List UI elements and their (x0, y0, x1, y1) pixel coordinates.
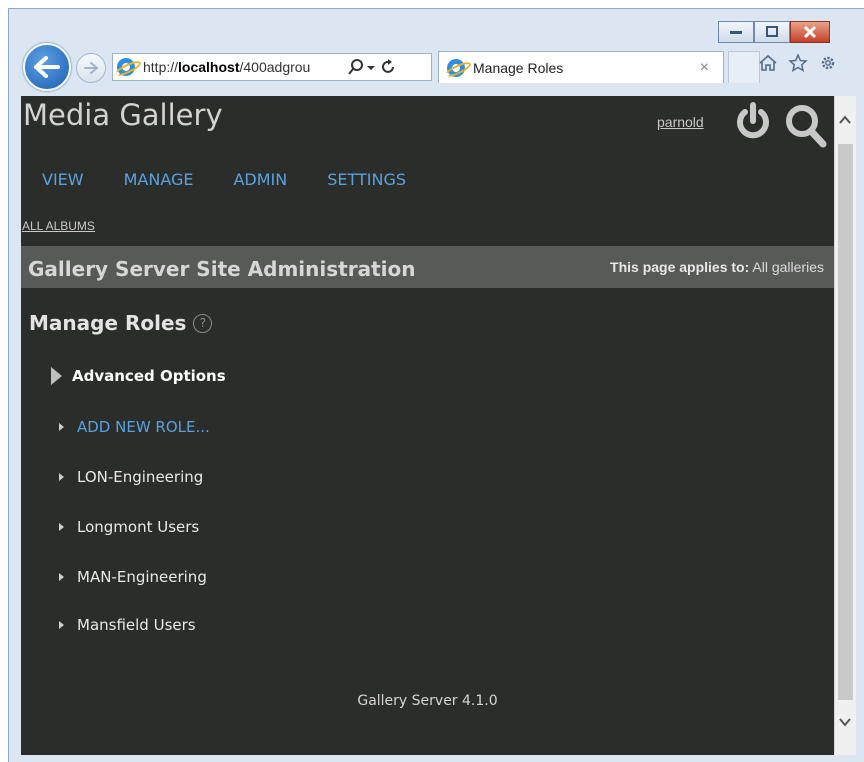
nav-settings[interactable]: SETTINGS (327, 170, 406, 189)
role-item-man-engineering[interactable]: MAN-Engineering (59, 568, 207, 586)
applies-to-text: This page applies to: All galleries (610, 259, 824, 275)
admin-title: Gallery Server Site Administration (28, 257, 416, 281)
home-icon[interactable] (758, 53, 778, 73)
add-new-role-item[interactable]: ADD NEW ROLE... (59, 418, 210, 436)
role-item-longmont-users[interactable]: Longmont Users (59, 518, 199, 536)
main-nav: VIEW MANAGE ADMIN SETTINGS (42, 170, 406, 189)
search-icon[interactable] (781, 100, 829, 148)
applies-to-label: This page applies to: (610, 259, 750, 275)
role-label: MAN-Engineering (77, 568, 207, 586)
username-link[interactable]: parnold (657, 114, 704, 130)
expand-arrow-icon (59, 621, 64, 629)
applies-to-value: All galleries (752, 259, 824, 275)
refresh-icon[interactable] (379, 58, 397, 76)
expand-arrow-icon (59, 423, 64, 431)
ie-page-icon (117, 58, 135, 76)
tab-close-button[interactable]: × (700, 59, 709, 77)
close-icon (803, 25, 817, 39)
url-path: /400adgrou (239, 59, 311, 75)
scroll-thumb[interactable] (838, 144, 853, 700)
expand-arrow-icon (59, 523, 64, 531)
expand-arrow-icon (59, 573, 64, 581)
breadcrumb-all-albums[interactable]: ALL ALBUMS (22, 219, 95, 233)
back-arrow-icon (34, 56, 60, 78)
role-label: ADD NEW ROLE... (77, 418, 210, 436)
address-row: http://localhost/400adgrou Manage Roles … (20, 41, 856, 91)
url-host: localhost (178, 59, 240, 75)
search-icon[interactable] (347, 58, 365, 76)
page-content: Media Gallery parnold VIEW MANAGE ADMIN … (21, 96, 834, 755)
nav-manage[interactable]: MANAGE (124, 170, 194, 189)
page-heading: Manage Roles ? (29, 311, 213, 335)
browser-toolbar-icons (758, 53, 838, 73)
minimize-button[interactable] (718, 21, 754, 43)
footer-version: Gallery Server 4.1.0 (357, 693, 498, 709)
scroll-down-icon[interactable] (835, 712, 855, 732)
scroll-up-icon[interactable] (835, 110, 855, 130)
tab-title: Manage Roles (473, 59, 564, 76)
role-item-mansfield-users[interactable]: Mansfield Users (59, 616, 196, 634)
window-controls (718, 21, 830, 43)
vertical-scrollbar[interactable] (834, 96, 856, 755)
advanced-options-toggle[interactable]: Advanced Options (51, 367, 226, 385)
site-title[interactable]: Media Gallery (23, 98, 223, 132)
page-heading-text: Manage Roles (29, 311, 187, 335)
forward-button[interactable] (76, 53, 106, 83)
url-prefix: http:// (143, 59, 179, 75)
minimize-icon (730, 31, 742, 34)
admin-header-bar: Gallery Server Site Administration This … (21, 246, 834, 288)
maximize-icon (766, 26, 778, 37)
tab-manage-roles[interactable]: Manage Roles × (438, 51, 724, 83)
help-icon[interactable]: ? (193, 313, 213, 333)
expand-arrow-icon (59, 473, 64, 481)
forward-arrow-icon (84, 62, 99, 74)
maximize-button[interactable] (754, 21, 790, 43)
nav-admin[interactable]: ADMIN (233, 170, 287, 189)
ie-tab-icon (447, 58, 465, 77)
address-bar[interactable]: http://localhost/400adgrou (112, 53, 432, 81)
favorites-star-icon[interactable] (788, 53, 808, 73)
nav-view[interactable]: VIEW (42, 170, 84, 189)
url-text[interactable]: http://localhost/400adgrou (143, 59, 343, 75)
settings-gear-icon[interactable] (818, 53, 838, 73)
back-button[interactable] (23, 43, 71, 91)
role-label: LON-Engineering (77, 468, 204, 486)
close-window-button[interactable] (790, 21, 830, 43)
expand-triangle-icon (51, 367, 62, 385)
dropdown-arrow-icon[interactable] (365, 58, 377, 76)
new-tab-button[interactable] (728, 51, 760, 83)
role-label: Longmont Users (77, 518, 200, 536)
power-logout-icon[interactable] (733, 102, 773, 142)
advanced-options-label: Advanced Options (72, 367, 226, 385)
role-label: Mansfield Users (77, 616, 196, 634)
role-item-lon-engineering[interactable]: LON-Engineering (59, 468, 203, 486)
